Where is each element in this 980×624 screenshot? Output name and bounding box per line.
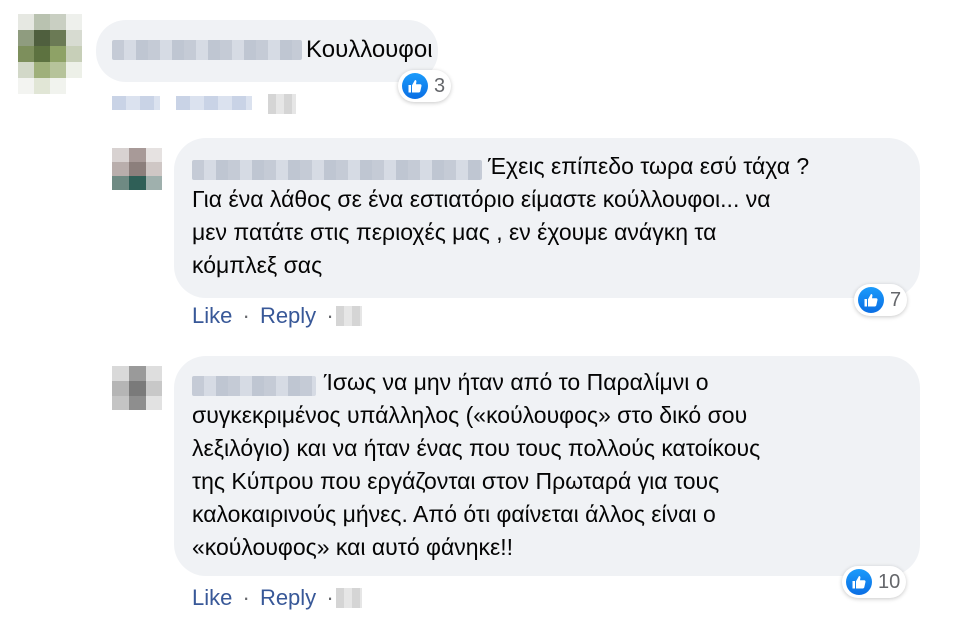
like-link[interactable]: Like — [192, 585, 232, 610]
like-icon — [858, 287, 884, 313]
like-link[interactable]: Like — [192, 303, 232, 328]
separator: · — [242, 585, 250, 610]
reaction-badge[interactable]: 7 — [854, 284, 908, 316]
reaction-count: 3 — [434, 74, 446, 97]
reaction-count: 7 — [890, 288, 902, 311]
avatar[interactable] — [112, 148, 162, 190]
reaction-badge[interactable]: 10 — [842, 566, 907, 598]
comment-text: Έχεις επίπεδο τωρα εσύ τάχα ? Για ένα λά… — [192, 153, 810, 278]
like-icon — [402, 73, 428, 99]
separator: · — [242, 303, 250, 328]
timestamp-blurred[interactable] — [336, 306, 362, 326]
reaction-badge[interactable]: 3 — [398, 70, 452, 102]
like-icon — [846, 569, 872, 595]
comment-actions-blurred[interactable] — [176, 96, 252, 110]
comment-text: Ίσως να μην ήταν από το Παραλίμνι ο συγκ… — [192, 369, 761, 560]
reply-link[interactable]: Reply — [260, 585, 316, 610]
timestamp-blurred[interactable] — [268, 94, 296, 114]
comment-actions: Like · Reply · — [192, 585, 338, 611]
comment-thread: Κουλλουφοι 3 Έχεις επίπεδο τωρα εσύ τάχα… — [0, 0, 980, 624]
avatar[interactable] — [18, 14, 82, 94]
avatar[interactable] — [112, 366, 162, 410]
reply-link[interactable]: Reply — [260, 303, 316, 328]
separator: · — [326, 585, 334, 610]
commenter-name-blurred[interactable] — [112, 40, 302, 60]
reaction-count: 10 — [878, 570, 901, 593]
timestamp-blurred[interactable] — [336, 588, 362, 608]
separator: · — [326, 303, 334, 328]
comment-text: Κουλλουφοι — [306, 36, 433, 63]
comment-actions: Like · Reply · — [192, 303, 338, 329]
comment-actions-blurred[interactable] — [112, 96, 160, 110]
